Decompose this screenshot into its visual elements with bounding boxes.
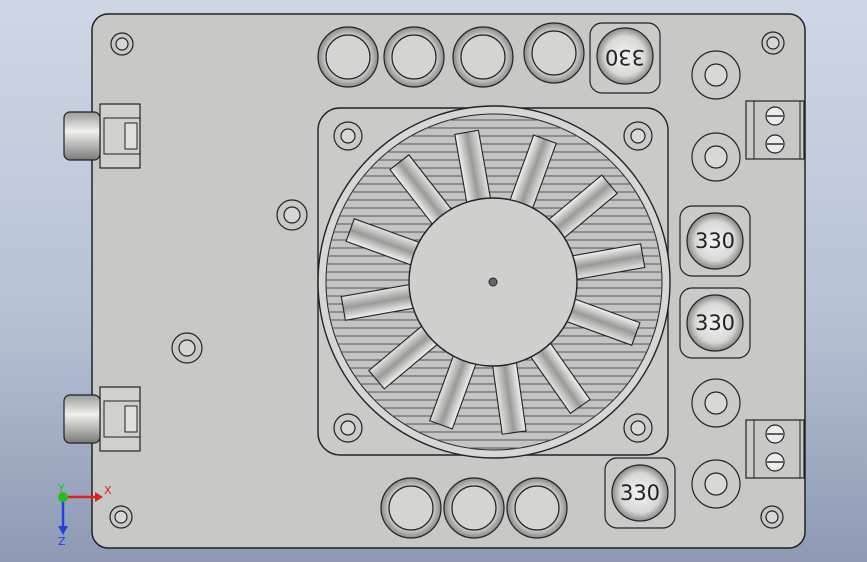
capacitor-top-4 <box>523 22 585 84</box>
z-axis-label: Z <box>58 535 66 548</box>
y-axis-label: Y <box>57 482 65 495</box>
inductor-right-lower: 330 <box>679 287 751 359</box>
capacitor-bottom-3 <box>506 477 568 539</box>
inductor-right-lower-label: 330 <box>695 311 735 335</box>
z-axis-arrowhead <box>58 526 68 535</box>
cooling-fan <box>317 105 671 459</box>
inductor-right-upper-label: 330 <box>695 229 735 253</box>
terminal-block-lower <box>745 419 805 479</box>
right-hole-4 <box>691 459 741 509</box>
capacitor-top-1 <box>317 26 379 88</box>
inductor-top: 330 <box>589 22 661 94</box>
capacitor-bottom-1 <box>380 477 442 539</box>
inductor-bottom: 330 <box>604 457 676 529</box>
fan-hub-center <box>488 277 498 287</box>
x-axis-label: X <box>104 484 112 497</box>
inductor-top-label: 330 <box>605 45 645 69</box>
right-hole-2 <box>691 132 741 182</box>
inductor-bottom-label: 330 <box>620 481 660 505</box>
capacitor-top-3 <box>452 26 514 88</box>
inductor-right-upper: 330 <box>679 205 751 277</box>
cad-viewport[interactable]: 330 330 330 330 X Y Z <box>0 0 867 562</box>
capacitor-bottom-2 <box>443 477 505 539</box>
terminal-block-upper <box>745 100 805 160</box>
capacitor-top-2 <box>383 26 445 88</box>
right-hole-3 <box>691 378 741 428</box>
barrel-connector-top <box>63 103 141 169</box>
barrel-connector-bottom <box>63 386 141 452</box>
right-hole-1 <box>691 50 741 100</box>
